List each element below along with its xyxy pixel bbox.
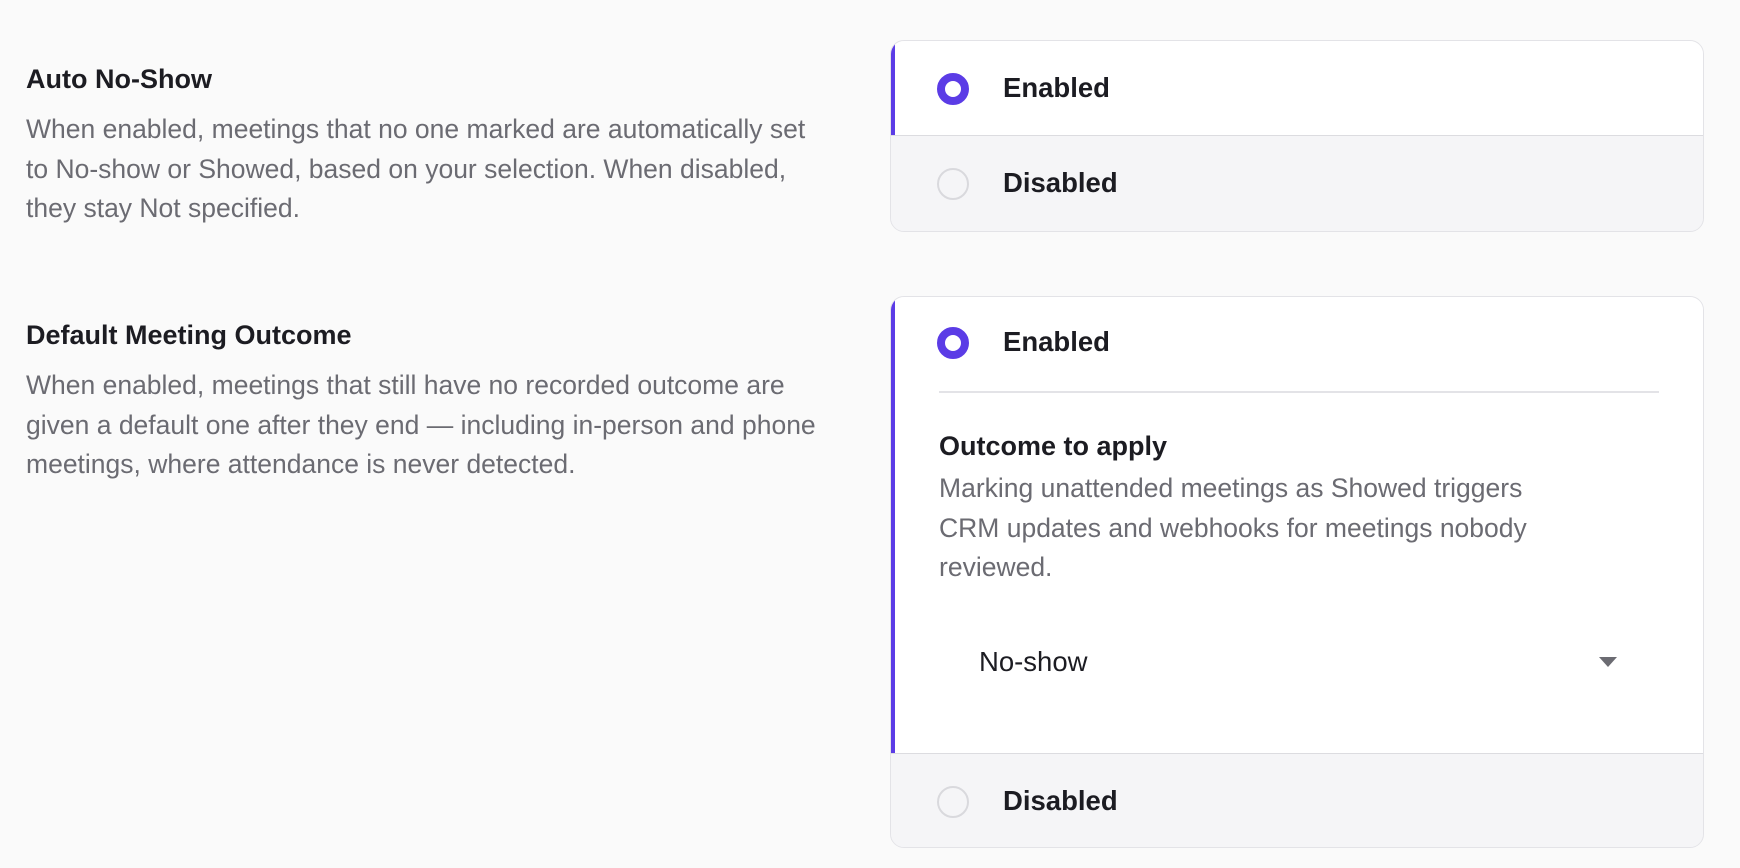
- default-outcome-option-disabled[interactable]: Disabled: [891, 753, 1703, 847]
- divider: [939, 391, 1659, 393]
- default-outcome-options-card: Enabled Outcome to apply Marking unatten…: [890, 296, 1704, 848]
- default-outcome-option-enabled[interactable]: Enabled Outcome to apply Marking unatten…: [891, 297, 1703, 753]
- radio-selected-icon[interactable]: [937, 327, 969, 359]
- default-outcome-title: Default Meeting Outcome: [26, 320, 352, 350]
- auto-no-show-options-card: Enabled Disabled: [890, 40, 1704, 232]
- outcome-select-value: No-show: [979, 646, 1088, 677]
- auto-no-show-title: Auto No-Show: [26, 64, 212, 94]
- caret-down-icon: [1599, 657, 1617, 667]
- radio-unselected-icon[interactable]: [937, 168, 969, 200]
- option-label: Enabled: [1003, 326, 1110, 357]
- option-label: Enabled: [1003, 72, 1110, 103]
- option-label: Disabled: [1003, 167, 1118, 198]
- auto-no-show-option-enabled[interactable]: Enabled: [891, 41, 1703, 135]
- radio-unselected-icon[interactable]: [937, 786, 969, 818]
- option-label: Disabled: [1003, 785, 1118, 816]
- default-outcome-description: When enabled, meetings that still have n…: [26, 370, 816, 479]
- auto-no-show-option-disabled[interactable]: Disabled: [891, 135, 1703, 231]
- outcome-select[interactable]: No-show: [939, 627, 1659, 697]
- auto-no-show-description: When enabled, meetings that no one marke…: [26, 114, 806, 223]
- outcome-to-apply-title: Outcome to apply: [939, 431, 1168, 461]
- outcome-to-apply-description: Marking unattended meetings as Showed tr…: [939, 473, 1527, 582]
- radio-selected-icon[interactable]: [937, 73, 969, 105]
